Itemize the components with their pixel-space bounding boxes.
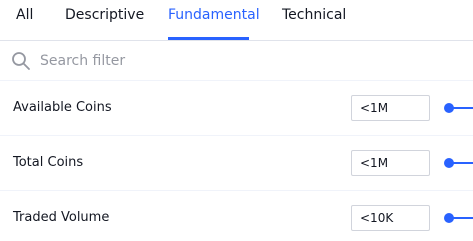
filter-label: Available Coins (13, 100, 112, 115)
tab-fundamental[interactable]: Fundamental (168, 7, 260, 41)
filter-value-dropdown[interactable]: <10K (351, 205, 430, 231)
search-icon (12, 52, 30, 70)
slider-handle[interactable] (444, 158, 454, 168)
slider-handle[interactable] (444, 103, 454, 113)
tab-all[interactable]: All (16, 7, 33, 41)
filter-label: Traded Volume (13, 210, 110, 225)
filter-value-dropdown[interactable]: <1M (351, 150, 430, 176)
filter-row-traded-volume: Traded Volume <10K (0, 191, 473, 241)
search-input[interactable] (40, 50, 460, 72)
filter-value-dropdown[interactable]: <1M (351, 95, 430, 121)
tab-bar: All Descriptive Fundamental Technical (0, 0, 473, 41)
filter-label: Total Coins (13, 155, 84, 170)
filter-row-total-coins: Total Coins <1M (0, 136, 473, 191)
tab-descriptive[interactable]: Descriptive (65, 7, 144, 41)
filter-row-available-coins: Available Coins <1M (0, 81, 473, 136)
filter-panel: All Descriptive Fundamental Technical Av… (0, 0, 473, 241)
tab-technical[interactable]: Technical (282, 7, 346, 41)
active-tab-indicator (168, 37, 249, 40)
search-bar (0, 41, 473, 81)
slider-handle[interactable] (444, 213, 454, 223)
